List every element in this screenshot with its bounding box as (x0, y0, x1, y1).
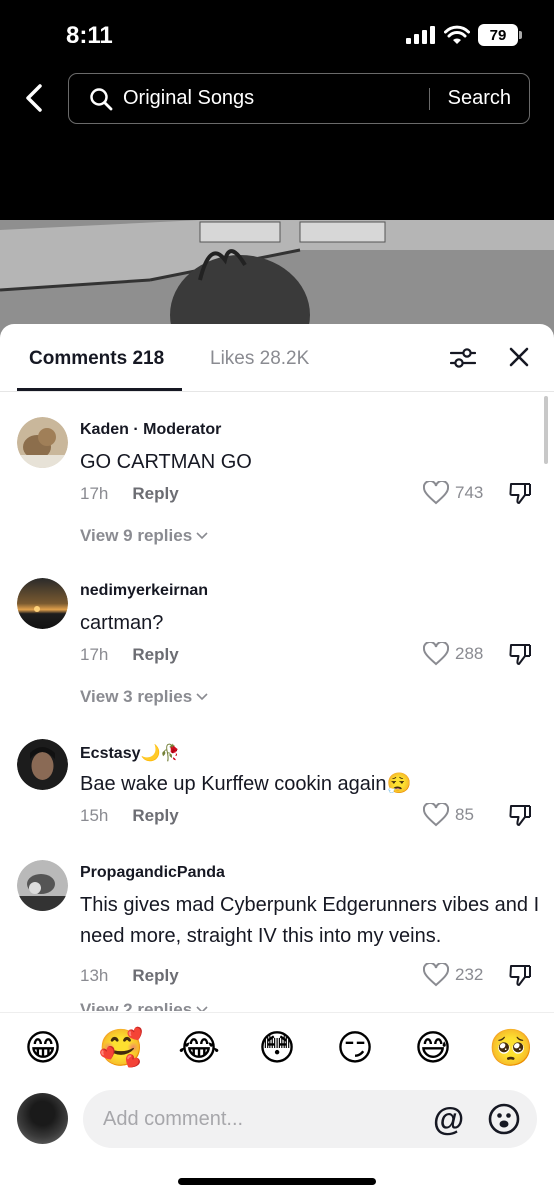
emoji-sweat-smile[interactable]: 😅 (408, 1027, 458, 1069)
view-replies-text[interactable]: View 2 replies (80, 1000, 192, 1011)
comment-meta: 17h Reply (80, 484, 179, 504)
heart-icon (423, 963, 449, 987)
my-avatar[interactable] (17, 1093, 68, 1144)
search-bar[interactable]: Original Songs Search (68, 73, 530, 124)
comment-text: cartman? (80, 612, 164, 634)
comment-meta: 15h Reply (80, 806, 179, 826)
comment-meta: 17h Reply (80, 645, 179, 665)
view-replies-text[interactable]: View 3 replies (80, 687, 192, 707)
emoji-smirk[interactable]: 😏 (330, 1027, 380, 1069)
search-icon (90, 87, 113, 110)
emoji-joy[interactable]: 😂 (174, 1027, 224, 1069)
filter-sliders-icon[interactable] (450, 347, 476, 369)
comment-list: Kaden · Moderator GO CARTMAN GO 17h Repl… (0, 393, 554, 1011)
close-icon[interactable] (508, 346, 530, 368)
heart-icon (423, 803, 449, 827)
sheet-tabs: Comments 218 Likes 28.2K (0, 324, 554, 392)
emoji-pleading[interactable]: 🥺 (486, 1027, 536, 1069)
emoji-smiling-hearts[interactable]: 🥰 (96, 1027, 146, 1069)
search-query[interactable]: Original Songs (123, 87, 429, 110)
comment-time: 17h (80, 645, 109, 664)
comment-input[interactable] (103, 1090, 423, 1148)
back-arrow-icon[interactable] (20, 82, 48, 114)
username-text[interactable]: Ecstasy (80, 745, 141, 762)
chevron-down-icon (196, 532, 208, 540)
heart-icon (423, 642, 449, 666)
dislike-icon[interactable] (508, 963, 532, 987)
comment-username[interactable]: Ecstasy🌙🥀 (80, 743, 180, 763)
like-button[interactable]: 232 (423, 963, 483, 987)
reply-button[interactable]: Reply (132, 806, 178, 826)
chevron-down-icon (196, 693, 208, 701)
username-text[interactable]: Kaden (80, 421, 129, 438)
comment-composer: 😁 🥰 😂 😳 😏 😅 🥺 @ (0, 1012, 554, 1200)
video-frame-image (0, 220, 554, 340)
tab-comments[interactable]: Comments 218 (29, 348, 164, 370)
reply-button[interactable]: Reply (132, 645, 178, 665)
comment-text: GO CARTMAN GO (80, 451, 252, 473)
view-replies-button[interactable]: View 2 replies (80, 1000, 208, 1011)
comment-text: Bae wake up Kurffew cookin again😮‍💨 (80, 773, 412, 795)
dislike-icon[interactable] (508, 481, 532, 505)
comment-meta: 13h Reply (80, 966, 179, 986)
comment-time: 17h (80, 484, 109, 503)
moderator-badge: Moderator (143, 421, 222, 438)
search-button[interactable]: Search (430, 87, 529, 110)
emoji-grin[interactable]: 😁 (18, 1027, 68, 1069)
status-bar: 8:11 79 (0, 0, 554, 66)
video-preview[interactable] (0, 220, 554, 340)
avatar[interactable] (17, 578, 68, 629)
like-count: 743 (455, 483, 484, 502)
status-time: 8:11 (66, 22, 113, 49)
comment-username[interactable]: Kaden · Moderator (80, 421, 221, 439)
comment-time: 15h (80, 806, 109, 825)
mention-button[interactable]: @ (433, 1103, 464, 1135)
comment-text: This gives mad Cyberpunk Edgerunners vib… (80, 894, 540, 947)
status-icons: 79 (406, 24, 522, 46)
avatar[interactable] (17, 739, 68, 790)
like-count: 232 (455, 965, 484, 984)
reply-button[interactable]: Reply (132, 484, 178, 504)
home-indicator (178, 1178, 376, 1185)
view-replies-button[interactable]: View 3 replies (80, 687, 208, 707)
tab-likes[interactable]: Likes 28.2K (210, 348, 309, 370)
emoji-picker-icon[interactable] (488, 1103, 520, 1135)
wifi-icon (444, 25, 470, 44)
comment-username[interactable]: PropagandicPanda (80, 864, 225, 882)
comment-time: 13h (80, 966, 109, 985)
like-count: 85 (455, 805, 474, 824)
signal-icon (406, 26, 435, 44)
battery-indicator: 79 (478, 24, 522, 46)
reply-button[interactable]: Reply (132, 966, 178, 986)
username-emoji: 🌙🥀 (140, 745, 181, 762)
comment-username[interactable]: nedimyerkeirnan (80, 582, 208, 600)
dislike-icon[interactable] (508, 803, 532, 827)
chevron-down-icon (196, 1006, 208, 1011)
emoji-flushed[interactable]: 😳 (252, 1027, 302, 1069)
like-count: 288 (455, 644, 484, 663)
quick-emoji-bar: 😁 🥰 😂 😳 😏 😅 🥺 (0, 1027, 554, 1069)
active-tab-indicator (17, 388, 182, 391)
battery-level: 79 (489, 26, 507, 44)
dislike-icon[interactable] (508, 642, 532, 666)
like-button[interactable]: 288 (423, 642, 483, 666)
view-replies-button[interactable]: View 9 replies (80, 526, 208, 546)
view-replies-text[interactable]: View 9 replies (80, 526, 192, 546)
like-button[interactable]: 743 (423, 481, 483, 505)
avatar[interactable] (17, 860, 68, 911)
avatar[interactable] (17, 417, 68, 468)
comments-sheet: Comments 218 Likes 28.2K Kaden · Moderat… (0, 324, 554, 1200)
heart-icon (423, 481, 449, 505)
like-button[interactable]: 85 (423, 803, 474, 827)
comment-input-container[interactable]: @ (83, 1090, 537, 1148)
